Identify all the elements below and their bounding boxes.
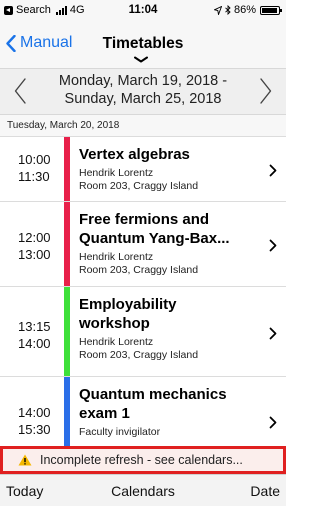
calendar-color-bar bbox=[64, 202, 70, 287]
date-button[interactable]: Date bbox=[250, 483, 280, 499]
warning-icon bbox=[18, 454, 32, 466]
chevron-down-icon[interactable] bbox=[134, 56, 148, 63]
event-start-time: 12:00 bbox=[18, 230, 51, 245]
event-end-time: 14:00 bbox=[18, 336, 51, 351]
event-title: Quantum mechanics bbox=[79, 386, 227, 403]
event-details: Vertex algebras Hendrik Lorentz Room 203… bbox=[79, 145, 254, 193]
battery-percent: 86% bbox=[233, 4, 256, 16]
bottom-toolbar: Today Calendars Date bbox=[0, 474, 286, 506]
event-location: Room 203, Craggy Island bbox=[79, 264, 199, 276]
week-range-end: Sunday, March 25, 2018 bbox=[64, 91, 222, 107]
event-details: Free fermions and Quantum Yang-Bax... He… bbox=[79, 210, 254, 277]
event-row[interactable]: 12:00 13:00 Free fermions and Quantum Ya… bbox=[0, 202, 286, 287]
event-row[interactable]: 10:00 11:30 Vertex algebras Hendrik Lore… bbox=[0, 137, 286, 202]
chevron-right-icon bbox=[269, 416, 277, 429]
event-title-line-2: Quantum Yang-Bax... bbox=[79, 230, 230, 247]
incomplete-refresh-banner[interactable]: Incomplete refresh - see calendars... bbox=[0, 446, 286, 474]
event-title-line-2: workshop bbox=[79, 315, 150, 332]
event-time: 10:00 11:30 bbox=[18, 151, 62, 185]
event-person: Faculty invigilator bbox=[79, 426, 161, 438]
event-end-time: 15:30 bbox=[18, 422, 51, 437]
calendars-button[interactable]: Calendars bbox=[0, 483, 286, 499]
event-start-time: 13:15 bbox=[18, 319, 51, 334]
calendar-color-bar bbox=[64, 377, 70, 446]
event-title-line-2: exam 1 bbox=[79, 405, 130, 422]
navigation-bar: Manual Timetables bbox=[0, 20, 286, 68]
event-time: 12:00 13:00 bbox=[18, 229, 62, 263]
week-range: Monday, March 19, 2018 - Sunday, March 2… bbox=[40, 72, 246, 108]
event-title: Vertex algebras bbox=[79, 146, 190, 163]
event-start-time: 14:00 bbox=[18, 405, 51, 420]
chevron-right-icon bbox=[269, 164, 277, 177]
chevron-right-icon bbox=[269, 239, 277, 252]
status-bar: Search 4G 11:04 86% bbox=[0, 0, 286, 20]
event-end-time: 11:30 bbox=[18, 169, 50, 184]
week-selector: Monday, March 19, 2018 - Sunday, March 2… bbox=[0, 68, 286, 115]
event-title: Employability bbox=[79, 296, 177, 313]
event-details: Quantum mechanics exam 1 Faculty invigil… bbox=[79, 385, 254, 439]
page-title: Timetables bbox=[102, 35, 184, 52]
event-person: Hendrik Lorentz bbox=[79, 167, 154, 179]
event-person: Hendrik Lorentz bbox=[79, 336, 154, 348]
week-range-start: Monday, March 19, 2018 - bbox=[58, 73, 228, 89]
event-details: Employability workshop Hendrik Lorentz R… bbox=[79, 295, 254, 362]
event-location: Room 203, Craggy Island bbox=[79, 180, 199, 192]
previous-week-button[interactable] bbox=[14, 78, 26, 104]
location-arrow-icon bbox=[213, 5, 222, 15]
event-location: Room 203, Craggy Island bbox=[79, 349, 199, 361]
event-end-time: 13:00 bbox=[18, 247, 51, 262]
bluetooth-icon bbox=[225, 5, 231, 15]
event-time: 14:00 15:30 bbox=[18, 404, 62, 438]
next-week-button[interactable] bbox=[260, 78, 272, 104]
event-time: 13:15 14:00 bbox=[18, 318, 62, 352]
day-section-header: Tuesday, March 20, 2018 bbox=[0, 115, 286, 137]
event-row[interactable]: 14:00 15:30 Quantum mechanics exam 1 Fac… bbox=[0, 377, 286, 446]
event-title: Free fermions and bbox=[79, 211, 210, 228]
event-start-time: 10:00 bbox=[18, 152, 51, 167]
warning-text: Incomplete refresh - see calendars... bbox=[40, 453, 243, 467]
calendar-color-bar bbox=[64, 137, 70, 202]
status-right: 86% bbox=[213, 4, 282, 16]
event-row[interactable]: 13:15 14:00 Employability workshop Hendr… bbox=[0, 287, 286, 377]
calendar-color-bar bbox=[64, 287, 70, 377]
chevron-right-icon bbox=[269, 327, 277, 340]
battery-icon bbox=[260, 5, 282, 15]
event-person: Hendrik Lorentz bbox=[79, 251, 154, 263]
